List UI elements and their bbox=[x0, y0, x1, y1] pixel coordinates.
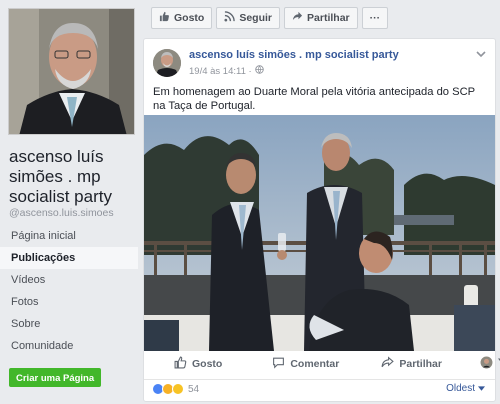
avatar-small-icon bbox=[480, 356, 493, 372]
share-as-selector[interactable] bbox=[480, 356, 500, 372]
post-date[interactable]: 19/4 às 14:11 · bbox=[189, 66, 252, 77]
create-page-button[interactable]: Criar uma Página bbox=[9, 368, 102, 387]
comment-sort-label: Oldest bbox=[446, 383, 475, 394]
nav-item-home[interactable]: Página inicial bbox=[0, 225, 138, 247]
page-like-button[interactable]: Gosto bbox=[151, 7, 213, 29]
rss-icon bbox=[224, 11, 236, 25]
post-meta: 19/4 às 14:11 · bbox=[189, 65, 264, 77]
comment-button[interactable]: Comentar bbox=[272, 356, 339, 372]
nav-item-photos[interactable]: Fotos bbox=[0, 291, 138, 313]
post-like-button[interactable]: Gosto bbox=[174, 356, 222, 372]
share-arrow-icon bbox=[381, 355, 395, 372]
nav-item-videos[interactable]: Vídeos bbox=[0, 269, 138, 291]
comment-sort-dropdown[interactable]: Oldest bbox=[446, 383, 485, 394]
thumbs-up-icon bbox=[159, 11, 170, 25]
follow-label: Seguir bbox=[239, 12, 273, 24]
post-photo[interactable] bbox=[144, 115, 495, 351]
more-options-button[interactable]: ··· bbox=[361, 7, 389, 29]
haha-reaction-icon bbox=[172, 383, 184, 395]
share-arrow-icon bbox=[292, 11, 303, 25]
page-share-label: Partilhar bbox=[307, 12, 350, 24]
nav-item-community[interactable]: Comunidade bbox=[0, 335, 138, 357]
page-nav: Página inicial Publicações Vídeos Fotos … bbox=[0, 225, 138, 357]
nav-item-posts[interactable]: Publicações bbox=[0, 247, 138, 269]
post-options-chevron-icon[interactable] bbox=[475, 49, 487, 59]
nav-item-about[interactable]: Sobre bbox=[0, 313, 138, 335]
page-name: ascenso luís simões . mp socialist party bbox=[9, 147, 112, 206]
page-action-bar: Gosto Seguir Partilhar ··· bbox=[151, 7, 389, 29]
reactions-summary[interactable]: 54 bbox=[152, 380, 199, 398]
follow-button[interactable]: Seguir bbox=[216, 7, 281, 29]
caret-down-icon bbox=[478, 383, 485, 394]
post-author-name[interactable]: ascenso luís simões . mp socialist party bbox=[189, 49, 399, 61]
post-author-avatar[interactable] bbox=[153, 49, 181, 77]
post-share-button[interactable]: Partilhar bbox=[381, 355, 442, 372]
reaction-count: 54 bbox=[188, 383, 200, 395]
post-like-label: Gosto bbox=[192, 357, 223, 370]
comment-label: Comentar bbox=[290, 357, 340, 370]
post-action-bar: Gosto Comentar Partilhar bbox=[144, 348, 500, 380]
post-card: ascenso luís simões . mp socialist party… bbox=[143, 38, 500, 402]
page-share-button[interactable]: Partilhar bbox=[284, 7, 358, 29]
profile-picture[interactable] bbox=[8, 8, 135, 135]
page-handle: @ascenso.luis.simoes bbox=[9, 207, 114, 219]
page-like-label: Gosto bbox=[174, 12, 205, 24]
thumbs-up-icon bbox=[174, 356, 187, 372]
globe-icon bbox=[254, 65, 264, 77]
post-share-label: Partilhar bbox=[399, 357, 442, 370]
post-text: Em homenagem ao Duarte Moral pela vitóri… bbox=[153, 86, 475, 112]
comment-bubble-icon bbox=[272, 356, 285, 372]
